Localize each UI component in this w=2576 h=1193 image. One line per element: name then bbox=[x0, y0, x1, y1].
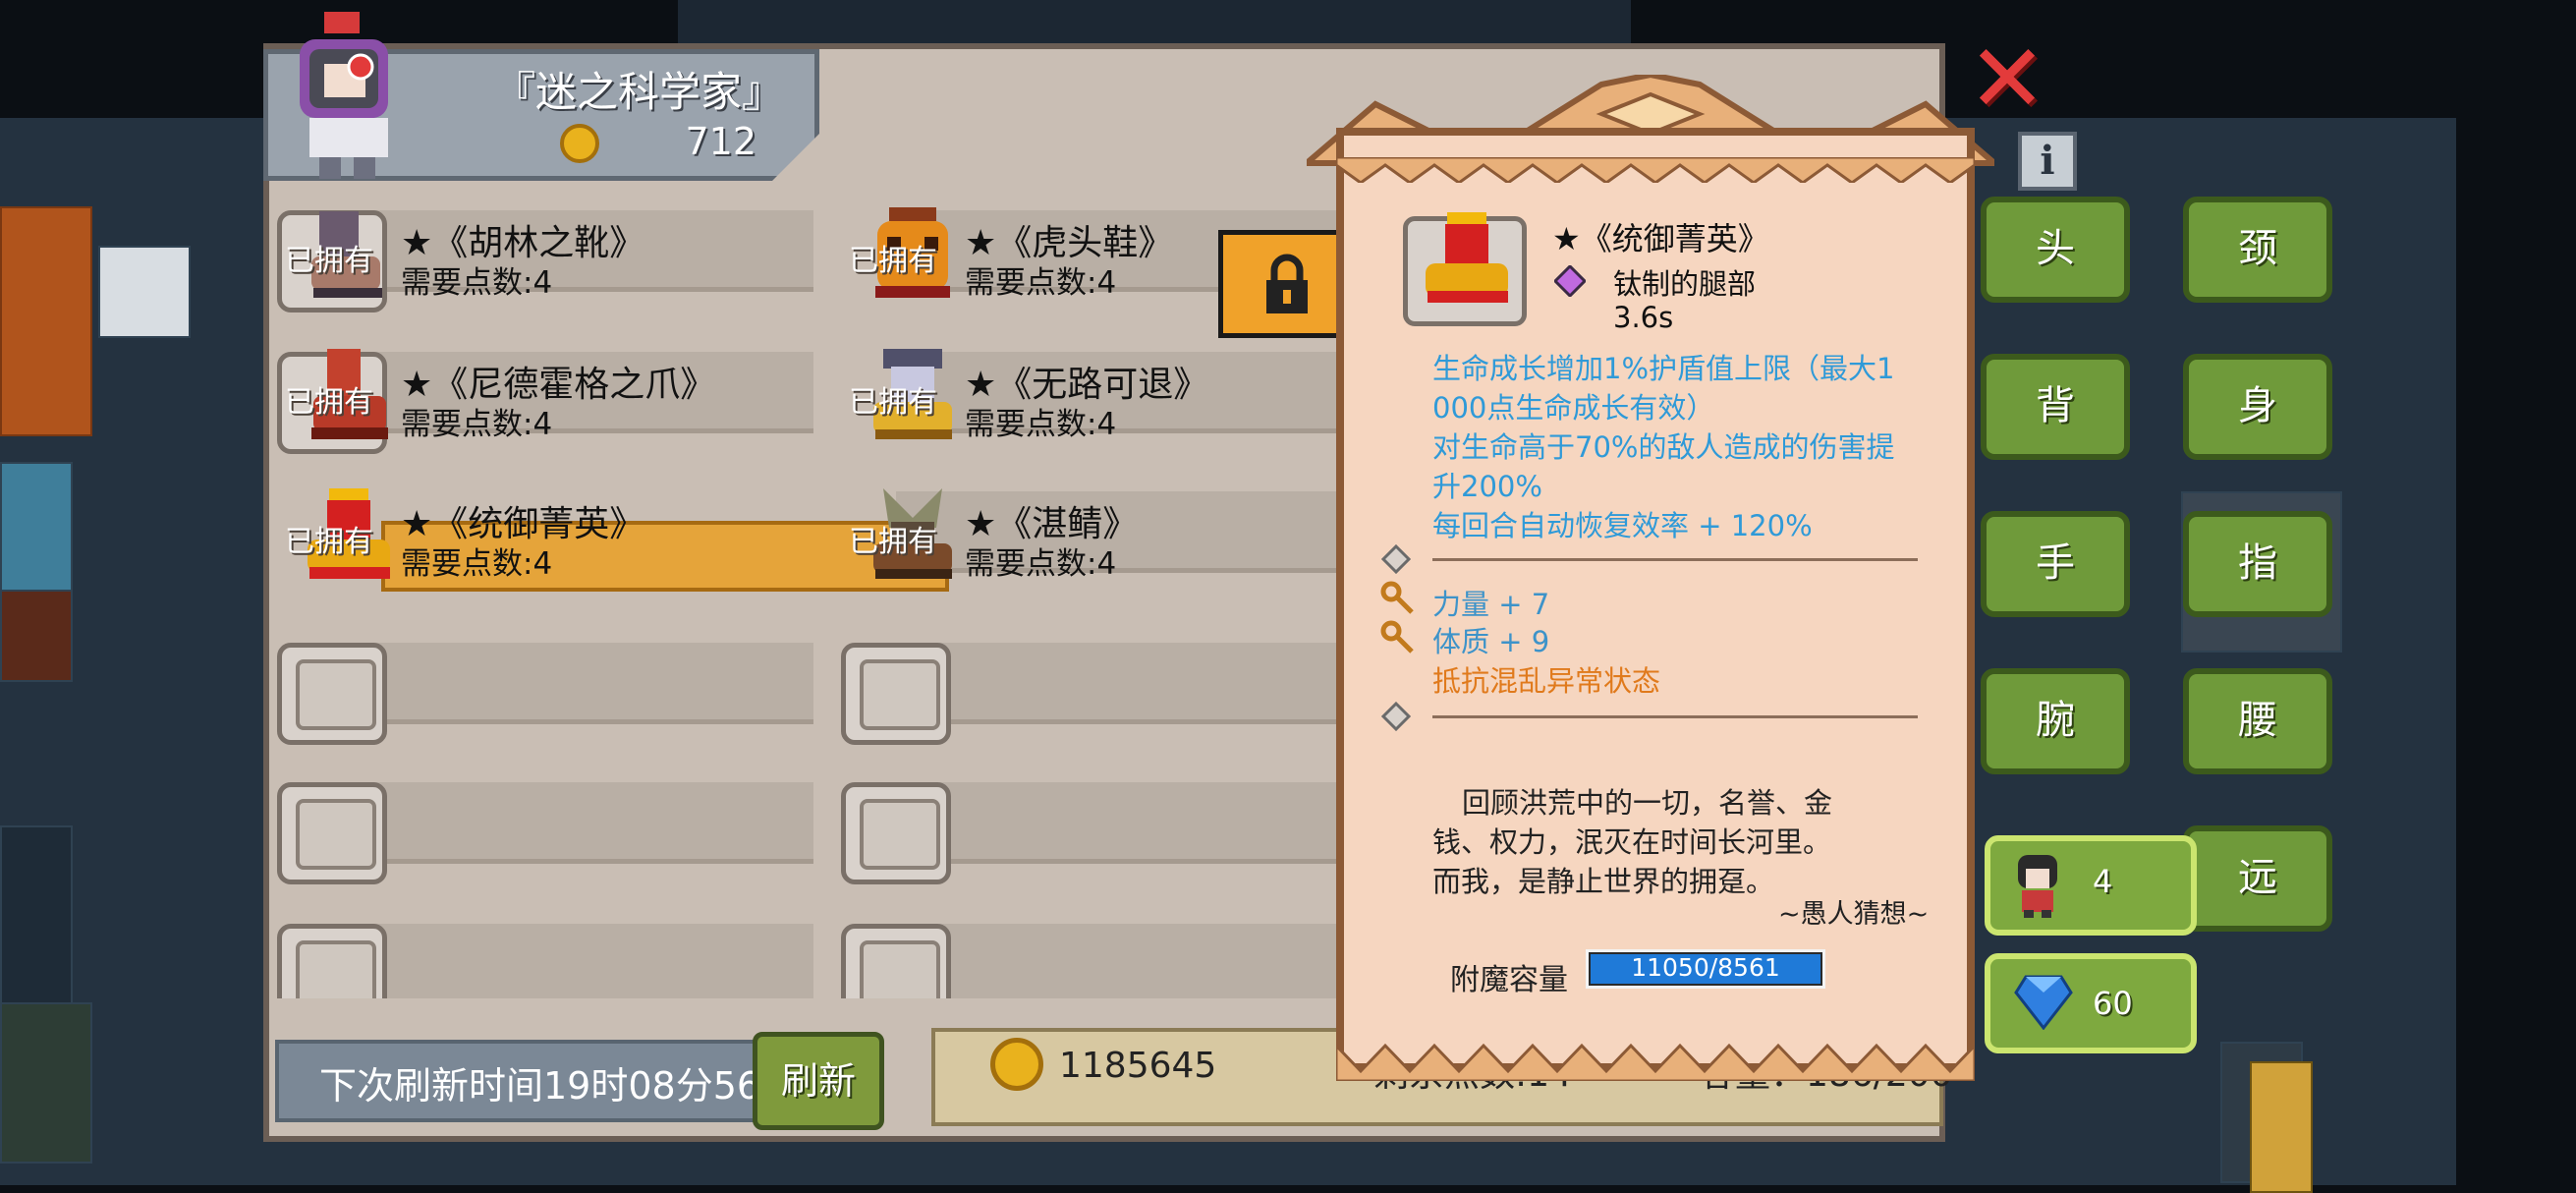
effect-line: 每回合自动恢复效率 + 120% bbox=[1432, 509, 1813, 542]
item-cost: 需要点数:4 bbox=[965, 265, 1117, 301]
header-notch bbox=[770, 134, 819, 183]
equip-slot-neck[interactable]: 颈 bbox=[2183, 197, 2332, 303]
detail-item-name: ★《统御菁英》 bbox=[1552, 220, 1769, 257]
lore-signature: ~愚人猜想~ bbox=[1778, 899, 1930, 930]
shop-coin-count: 712 bbox=[685, 120, 756, 163]
refresh-timer-text: 下次刷新时间19时08分56 bbox=[319, 1064, 761, 1108]
equipment-type-icon bbox=[1554, 265, 1586, 297]
item-cost: 需要点数:4 bbox=[401, 265, 553, 301]
gold-coin-icon bbox=[990, 1038, 1043, 1091]
equip-slot-waist[interactable]: 腰 bbox=[2183, 668, 2332, 774]
equip-slot-wrist[interactable]: 腕 bbox=[1981, 668, 2130, 774]
lore-line: 而我，是静止世界的拥趸。 bbox=[1432, 865, 1775, 898]
equip-slot-hand[interactable]: 手 bbox=[1981, 511, 2130, 617]
merchant-avatar bbox=[300, 12, 388, 179]
detail-item-speed: 3.6s bbox=[1613, 301, 1674, 334]
empty-slot-row bbox=[827, 768, 1348, 884]
owned-label: 已拥有 bbox=[285, 385, 373, 420]
owned-label: 已拥有 bbox=[849, 385, 937, 420]
coin-icon bbox=[560, 124, 599, 163]
item-slot-empty bbox=[841, 924, 951, 998]
hero-count: 4 bbox=[2093, 863, 2113, 900]
tooltip-bottom-edge bbox=[1336, 1043, 1975, 1081]
socket-icon bbox=[1381, 702, 1411, 731]
item-cost: 需要点数:4 bbox=[401, 546, 553, 582]
tooltip-top-edge bbox=[1336, 157, 1975, 183]
hero-icon bbox=[2018, 855, 2057, 918]
item-slot-empty bbox=[277, 643, 387, 745]
owned-label: 已拥有 bbox=[849, 244, 937, 278]
owned-label: 已拥有 bbox=[285, 244, 373, 278]
owned-label: 已拥有 bbox=[285, 525, 373, 559]
gold-amount: 1185645 bbox=[1059, 1046, 1217, 1086]
lore-line: 回顾洪荒中的一切，名誉、金 bbox=[1462, 786, 1833, 820]
effect-line: 对生命高于70%的敌人造成的伤害提 bbox=[1432, 430, 1895, 464]
effect-line: 生命成长增加1%护盾值上限（最大1 bbox=[1432, 352, 1895, 385]
gem-count: 60 bbox=[2093, 985, 2133, 1022]
socket-icon bbox=[1381, 544, 1411, 574]
item-cost: 需要点数:4 bbox=[401, 407, 553, 442]
shop-item[interactable]: 已拥有 ★《无路可退》 需要点数:4 bbox=[827, 338, 1348, 442]
divider bbox=[1432, 715, 1918, 718]
owned-label: 已拥有 bbox=[849, 525, 937, 559]
lock-button[interactable] bbox=[1218, 230, 1346, 338]
enchant-value: 11050/8561 bbox=[1631, 953, 1780, 982]
shop-title: 『迷之科学家』 bbox=[493, 68, 783, 116]
effect-line: 000点生命成长有效） bbox=[1432, 391, 1715, 425]
enchant-label: 附魔容量 bbox=[1450, 963, 1568, 997]
detail-item-type: 钛制的腿部 bbox=[1613, 267, 1757, 301]
lore-line: 钱、权力，泯灭在时间长河里。 bbox=[1432, 825, 1832, 859]
equip-slot-finger[interactable]: 指 bbox=[2183, 511, 2332, 617]
item-slot-empty bbox=[277, 782, 387, 884]
info-button[interactable]: i bbox=[2018, 132, 2077, 191]
shop-item[interactable]: 已拥有 ★《胡林之靴》 需要点数:4 bbox=[263, 197, 831, 312]
hero-count-button[interactable]: 4 bbox=[1985, 835, 2197, 936]
empty-slot-row bbox=[827, 629, 1348, 745]
empty-slot-row bbox=[827, 910, 1348, 998]
item-cost: 需要点数:4 bbox=[965, 546, 1117, 582]
divider bbox=[1432, 558, 1918, 561]
equip-slot-back[interactable]: 背 bbox=[1981, 354, 2130, 460]
shop-item[interactable]: 已拥有 ★《湛鲭》 需要点数:4 bbox=[827, 478, 1348, 582]
background-machinery bbox=[678, 0, 1631, 45]
equip-slot-head[interactable]: 头 bbox=[1981, 197, 2130, 303]
item-cost: 需要点数:4 bbox=[965, 407, 1117, 442]
resist-line: 抵抗混乱异常状态 bbox=[1432, 664, 1661, 698]
stat-line: 体质 + 9 bbox=[1432, 625, 1550, 658]
equip-slot-ranged[interactable]: 远 bbox=[2183, 825, 2332, 932]
stat-line: 力量 + 7 bbox=[1432, 588, 1550, 621]
gem-icon bbox=[2014, 975, 2073, 1030]
shop-item[interactable]: 已拥有 ★《尼德霍格之爪》 需要点数:4 bbox=[263, 338, 831, 454]
key-icon bbox=[1380, 620, 1414, 653]
gem-count-button[interactable]: 60 bbox=[1985, 953, 2197, 1053]
refresh-button[interactable]: 刷新 bbox=[753, 1032, 884, 1130]
empty-slot-row bbox=[263, 768, 831, 884]
detail-item-slot bbox=[1403, 212, 1527, 326]
empty-slot-row bbox=[263, 910, 831, 998]
item-slot-empty bbox=[277, 924, 387, 998]
lock-icon bbox=[1266, 254, 1308, 313]
empty-slot-row bbox=[263, 629, 831, 745]
golden-boot-icon bbox=[1426, 212, 1508, 303]
effect-line: 升200% bbox=[1432, 470, 1542, 503]
equip-slot-body[interactable]: 身 bbox=[2183, 354, 2332, 460]
shop-item-selected[interactable]: 已拥有 ★《统御菁英》 需要点数:4 bbox=[263, 478, 949, 592]
item-slot-empty bbox=[841, 782, 951, 884]
item-slot-empty bbox=[841, 643, 951, 745]
key-icon bbox=[1380, 581, 1414, 614]
